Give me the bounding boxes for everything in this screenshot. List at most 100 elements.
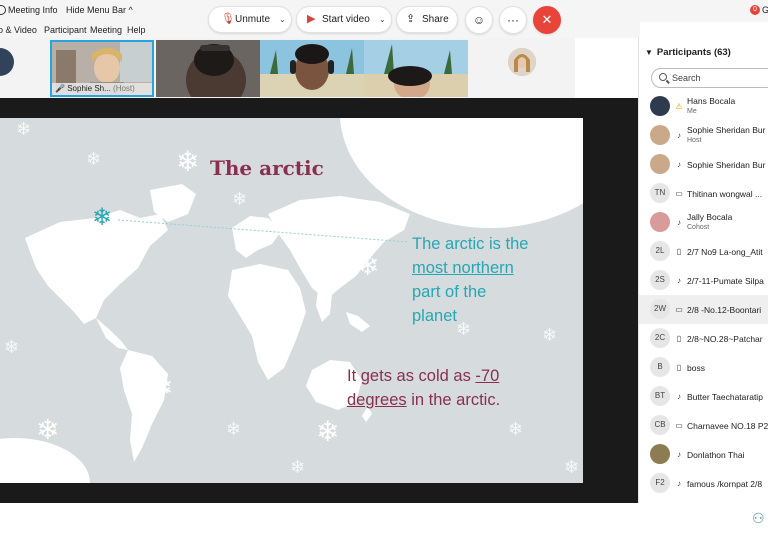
video-tile-2[interactable]	[156, 40, 260, 97]
avatar: 2S	[650, 270, 670, 290]
mic-icon: ♪	[677, 450, 681, 459]
mic-icon: ♪	[677, 276, 681, 285]
participant-row[interactable]: ♪ Jally Bocala Cohost	[639, 208, 768, 237]
snowflake-icon: ❄	[16, 119, 32, 139]
participant-name: 2/7-11-Pumate Silpa	[687, 276, 764, 286]
participant-name: 2/7 No9 La-ong_Atit	[687, 247, 763, 257]
participant-row[interactable]: BT ♪ Butter Taechataratip	[639, 382, 768, 411]
participant-video-image	[364, 40, 468, 97]
snowflake-icon: ❄	[542, 325, 558, 345]
hide-menu-bar-label: Hide Menu Bar	[66, 5, 127, 15]
meeting-controls-bar	[0, 503, 768, 540]
chevron-up-icon: ^	[128, 5, 133, 15]
participant-role: Host	[687, 137, 702, 144]
avatar	[650, 96, 670, 116]
mic-icon: 🎤	[55, 84, 65, 93]
info-icon[interactable]	[0, 5, 6, 15]
menu-help[interactable]: Help	[127, 25, 146, 35]
text-line: planet	[412, 307, 457, 325]
text-line: The arctic is the	[412, 235, 529, 253]
participant-row[interactable]: 2L ▯ 2/7 No9 La-ong_Atit	[639, 237, 768, 266]
participant-row[interactable]: CB ▭ Charnavee NO.18 P2	[639, 411, 768, 440]
snowflake-icon: ❄	[232, 189, 248, 209]
participant-avatar-thumbnail[interactable]	[508, 48, 536, 76]
mic-icon: ♪	[677, 479, 681, 488]
recording-label: G	[762, 5, 768, 15]
video-tile-4[interactable]	[364, 40, 468, 97]
participant-video-image	[156, 40, 260, 97]
screen-icon: ▭	[675, 305, 683, 314]
participant-name: Charnavee NO.18 P2	[687, 421, 768, 431]
participant-video-image	[260, 40, 364, 97]
snowflake-icon: ❄	[86, 149, 102, 169]
participant-name: Butter Taechataratip	[687, 392, 763, 402]
participant-row[interactable]: 2W ▭ 2/8 -No.12-Boontari	[639, 295, 768, 324]
menu-meeting[interactable]: Meeting	[90, 25, 122, 35]
mic-icon: ♪	[677, 160, 681, 169]
participant-name: Hans Bocala	[687, 96, 736, 106]
snowflake-icon: ❄	[508, 419, 524, 439]
participant-row[interactable]: F2 ♪ famous /kornpat 2/8	[639, 469, 768, 498]
participant-row[interactable]: 2C ▯ 2/8~NO.28~Patchar	[639, 324, 768, 353]
slide-title: The arctic	[210, 156, 324, 180]
participants-toggle-icon[interactable]: ⚇	[752, 510, 765, 527]
avatar: B	[650, 357, 670, 377]
video-tile-host[interactable]: 🎤 Sophie Sh... (Host)	[50, 40, 154, 97]
menu-participant[interactable]: Participant	[44, 25, 87, 35]
menu-audio-video[interactable]: o & Video	[0, 25, 37, 35]
video-off-icon: ▶	[307, 13, 316, 25]
slide-text-temperature: It gets as cold as -70 degrees in the ar…	[347, 364, 547, 412]
participant-name: boss	[687, 363, 705, 373]
end-meeting-button[interactable]: ✕	[533, 6, 561, 34]
avatar: 2W	[650, 299, 670, 319]
chevron-down-icon[interactable]: ⌄	[379, 7, 386, 32]
snowflake-icon: ❄	[564, 457, 580, 477]
phone-icon: ▯	[676, 247, 682, 256]
share-label: Share	[422, 14, 449, 25]
participant-row[interactable]: 2S ♪ 2/7-11-Pumate Silpa	[639, 266, 768, 295]
participants-count-label: Participants (63)	[656, 47, 731, 58]
text-underlined: most northern	[412, 259, 514, 277]
mic-muted-icon: 🎙	[221, 13, 235, 25]
participant-role: Me	[687, 108, 697, 115]
participant-row[interactable]: ⚠ Hans Bocala Me	[639, 92, 768, 121]
snowflake-icon: ❄	[316, 416, 340, 447]
participant-row[interactable]: TN ▭ Thitinan wongwal ...	[639, 179, 768, 208]
snowflake-icon: ❄	[512, 193, 528, 213]
avatar: BT	[650, 386, 670, 406]
unmute-label: Unmute	[235, 14, 271, 25]
participants-header[interactable]: ▼ Participants (63)	[645, 47, 731, 58]
snowflake-icon: ❄	[176, 146, 200, 177]
participant-row[interactable]: B ▯ boss	[639, 353, 768, 382]
hide-menu-bar-button[interactable]: Hide Menu Bar ^	[66, 5, 133, 15]
text-line: part of the	[412, 283, 487, 301]
chevron-down-icon[interactable]: ⌄	[279, 7, 286, 32]
participant-name: Jally Bocala	[687, 212, 733, 222]
avatar	[650, 212, 670, 232]
participant-name: Sophie Sheridan Bur	[687, 125, 766, 135]
snowflake-icon: ❄	[36, 414, 60, 445]
participant-search-input[interactable]: Search	[651, 68, 768, 88]
participant-name: Donlathon Thai	[687, 450, 745, 460]
share-button[interactable]: ⇪ Share	[396, 6, 458, 33]
participant-row[interactable]: ♪ Sophie Sheridan Bur Host	[639, 121, 768, 150]
avatar: 2C	[650, 328, 670, 348]
avatar: 2L	[650, 241, 670, 261]
unmute-button[interactable]: 🎙 Unmute ⌄	[208, 6, 292, 33]
participant-row[interactable]: ♪ Sophie Sheridan Bur	[639, 150, 768, 179]
host-tag-label: (Host)	[113, 84, 135, 93]
arctic-marker-icon: ❄	[92, 204, 113, 231]
more-options-button[interactable]: ···	[499, 6, 527, 34]
host-name-bar: 🎤 Sophie Sh... (Host)	[52, 83, 152, 95]
video-tile-3[interactable]	[260, 40, 364, 97]
search-placeholder: Search	[672, 73, 701, 83]
close-icon: ✕	[541, 12, 553, 27]
start-video-button[interactable]: ▶ Start video ⌄	[296, 6, 392, 33]
participant-row[interactable]: ♪ Donlathon Thai	[639, 440, 768, 469]
text-line: in the arctic.	[406, 391, 501, 409]
meeting-info-button[interactable]: Meeting Info	[8, 5, 58, 15]
screen-icon: ▭	[675, 189, 683, 198]
reactions-button[interactable]: ☺	[465, 6, 493, 34]
chevron-down-icon: ▼	[645, 48, 653, 57]
participant-name: Sophie Sheridan Bur	[687, 160, 766, 170]
